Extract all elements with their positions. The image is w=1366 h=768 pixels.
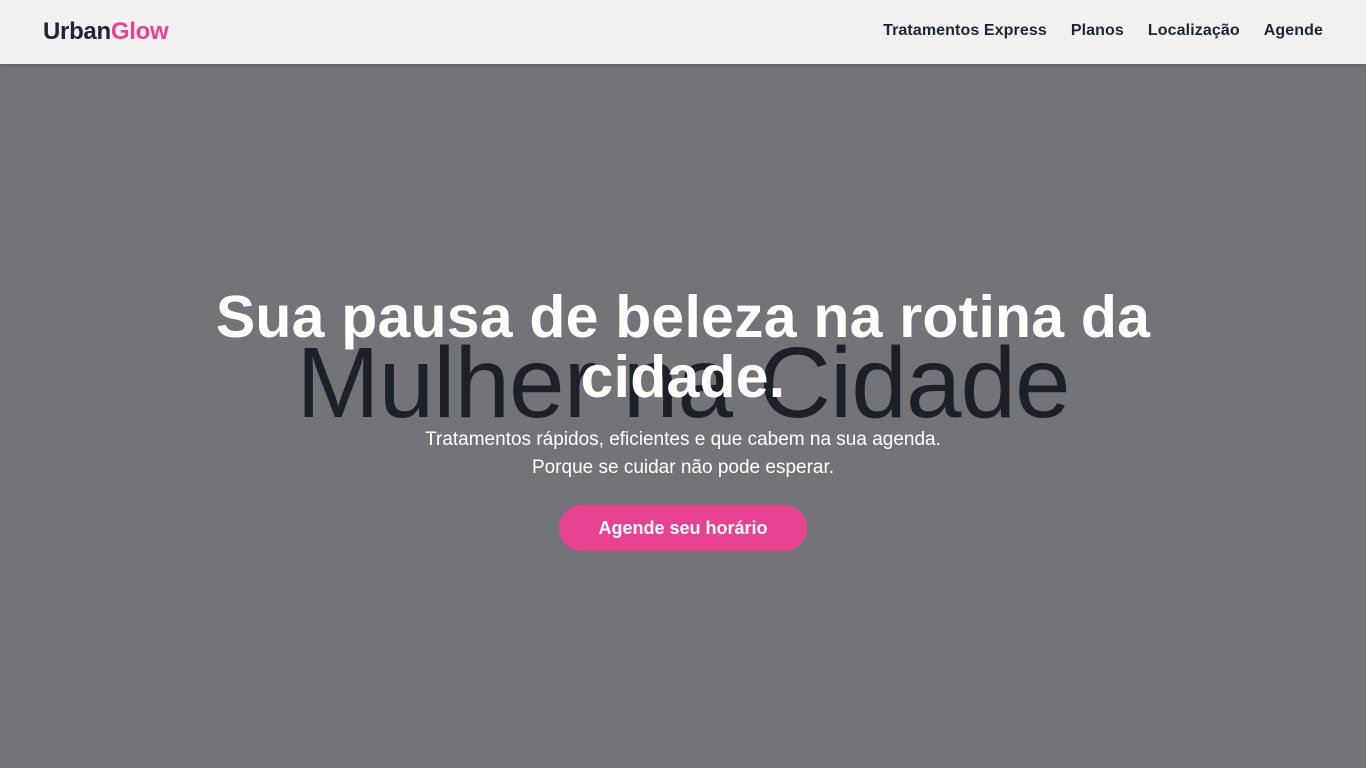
nav-link-agende[interactable]: Agende [1264,22,1323,39]
logo-text-primary: Urban [43,18,111,45]
logo-text-accent: Glow [110,18,169,45]
hero-subtitle: Tratamentos rápidos, eficientes e que ca… [283,426,1083,482]
nav-links: Tratamentos Express Planos Localização A… [883,21,1323,41]
nav-item: Tratamentos Express [883,21,1047,41]
hero-section: Mulher na Cidade Sua pausa de beleza na … [0,64,1366,768]
top-navbar: UrbanGlow Tratamentos Express Planos Loc… [0,0,1366,64]
hero-subtitle-line-1: Tratamentos rápidos, eficientes e que ca… [425,429,941,450]
nav-item: Localização [1148,21,1240,41]
site-logo[interactable]: UrbanGlow [43,17,169,47]
nav-item: Planos [1071,21,1124,41]
hero-title: Sua pausa de beleza na rotina da cidade. [215,284,1151,410]
book-appointment-button[interactable]: Agende seu horário [559,505,807,551]
nav-link-planos[interactable]: Planos [1071,22,1124,39]
nav-link-localizacao[interactable]: Localização [1148,22,1240,39]
hero-subtitle-line-2: Porque se cuidar não pode esperar. [531,457,835,478]
nav-item: Agende [1264,21,1323,41]
nav-link-tratamentos-express[interactable]: Tratamentos Express [883,22,1047,39]
